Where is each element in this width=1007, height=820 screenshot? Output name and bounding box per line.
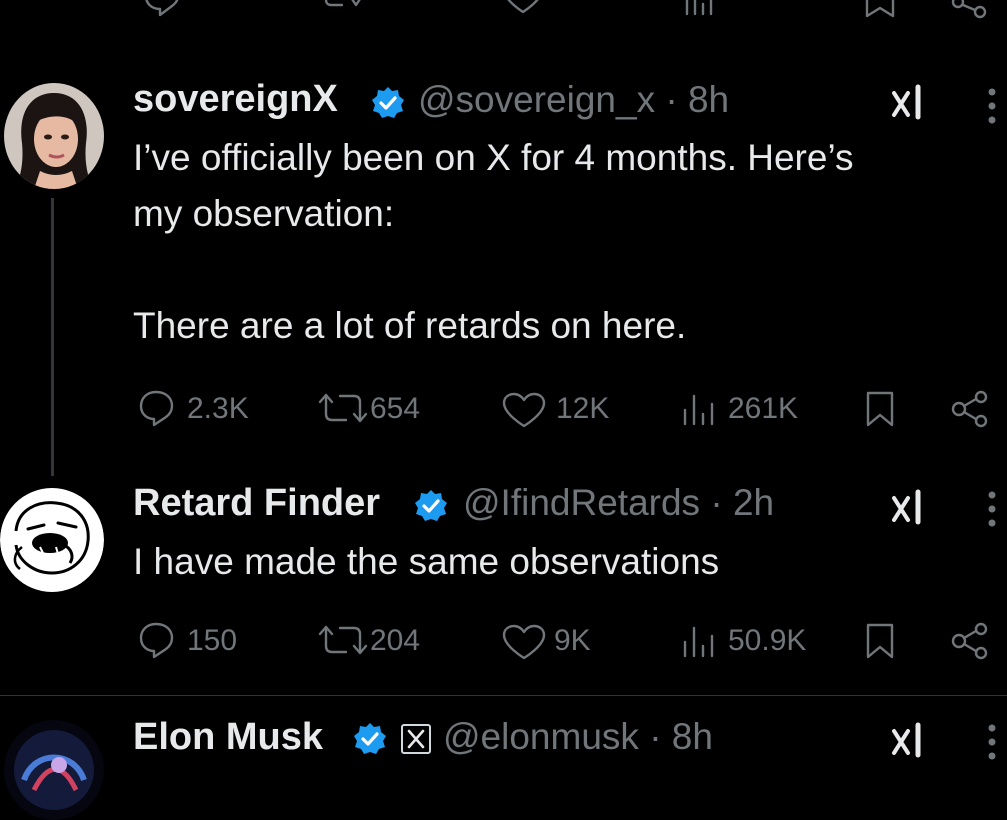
handle-text[interactable]: @elonmusk: [443, 716, 639, 757]
handle[interactable]: @IfindRetards · 2h: [463, 482, 774, 524]
thread-line: [51, 198, 54, 476]
display-name[interactable]: sovereignX: [133, 78, 338, 121]
avatar[interactable]: [0, 487, 104, 593]
repost-icon[interactable]: [316, 390, 370, 426]
verified-badge-icon: [372, 87, 404, 118]
repost-count: 204: [370, 624, 421, 657]
share-icon[interactable]: [950, 0, 990, 20]
tweet-divider: [0, 695, 1007, 696]
view-count: 261K: [728, 392, 799, 425]
x-logo-icon: [407, 729, 425, 749]
views-icon[interactable]: [680, 622, 718, 660]
like-icon[interactable]: [501, 391, 547, 429]
like-icon[interactable]: [501, 623, 547, 661]
bookmark-icon[interactable]: [864, 621, 896, 661]
tweet-text: I have made the same observations: [133, 534, 993, 590]
handle-text[interactable]: @IfindRetards: [463, 482, 700, 523]
reply-icon[interactable]: [137, 388, 177, 428]
tweet-text-line: I have made the same observations: [133, 541, 720, 582]
tweet-text-line: my observation:: [133, 193, 395, 234]
tweet-text-line: I’ve officially been on X for 4 months. …: [133, 137, 854, 178]
more-options-icon[interactable]: [987, 722, 997, 762]
repost-icon[interactable]: [322, 0, 362, 16]
share-icon[interactable]: [950, 390, 990, 428]
like-icon[interactable]: [500, 0, 546, 18]
grok-icon[interactable]: [888, 488, 928, 528]
handle[interactable]: @sovereign_x · 8h: [418, 79, 729, 121]
handle[interactable]: @elonmusk · 8h: [443, 716, 713, 758]
reply-count: 150: [187, 624, 238, 657]
tweet-text: I’ve officially been on X for 4 months. …: [133, 130, 993, 354]
bookmark-icon[interactable]: [864, 389, 896, 429]
display-name[interactable]: Elon Musk: [133, 716, 323, 759]
verified-badge-icon: [354, 723, 386, 754]
views-icon[interactable]: [682, 0, 718, 18]
share-icon[interactable]: [950, 622, 990, 660]
handle-text[interactable]: @sovereign_x: [418, 79, 655, 120]
like-count: 12K: [556, 392, 610, 425]
timestamp[interactable]: · 2h: [710, 482, 774, 523]
repost-icon[interactable]: [316, 622, 370, 658]
reply-count: 2.3K: [187, 392, 249, 425]
like-count: 9K: [554, 624, 591, 657]
display-name[interactable]: Retard Finder: [133, 482, 380, 525]
avatar[interactable]: [4, 83, 104, 189]
avatar[interactable]: [4, 720, 104, 820]
tweet-text-line: There are a lot of retards on here.: [133, 305, 687, 346]
view-count: 50.9K: [728, 624, 807, 657]
repost-count: 654: [370, 392, 421, 425]
more-options-icon[interactable]: [987, 489, 997, 529]
grok-icon[interactable]: [888, 721, 928, 761]
verified-badge-icon: [415, 490, 447, 521]
reply-icon[interactable]: [142, 0, 182, 18]
timestamp[interactable]: · 8h: [665, 79, 729, 120]
affiliate-badge[interactable]: [401, 724, 431, 754]
timestamp[interactable]: · 8h: [649, 716, 713, 757]
reply-icon[interactable]: [137, 620, 177, 660]
grok-icon[interactable]: [888, 83, 928, 123]
more-options-icon[interactable]: [987, 86, 997, 126]
bookmark-icon[interactable]: [864, 0, 896, 20]
views-icon[interactable]: [680, 390, 718, 428]
